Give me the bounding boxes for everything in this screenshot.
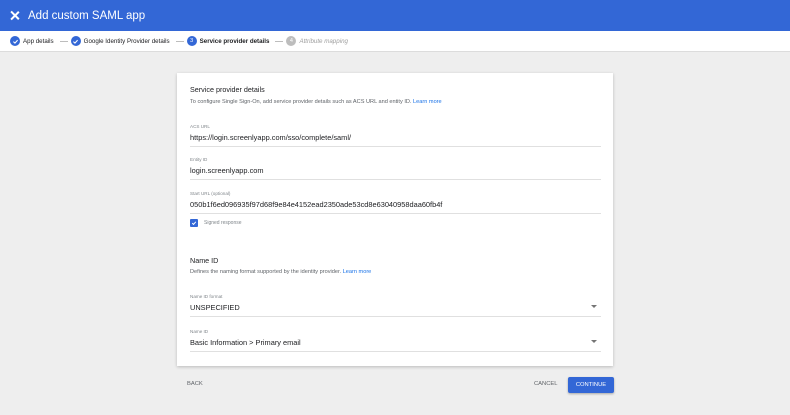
check-icon [191,221,197,226]
page-title: Add custom SAML app [28,9,146,22]
step-connector [59,40,68,42]
name-id-description: Defines the naming format supported by t… [190,269,371,275]
entity-id-input[interactable]: login.screenlyapp.com [190,166,601,180]
field-label: Name ID format [190,294,223,299]
continue-button[interactable]: CONTINUE [568,377,614,393]
field-label: Start URL (optional) [190,191,231,196]
step-number: 4 [286,36,297,46]
step-app-details[interactable]: App details [10,36,54,46]
field-label: ACS URL [190,124,210,129]
step-connector [175,40,184,42]
acs-url-input[interactable]: https://login.screenlyapp.com/sso/comple… [190,133,601,147]
check-icon [10,36,20,46]
service-provider-card: Service provider details To configure Si… [177,73,613,366]
name-id-title: Name ID [190,256,219,265]
back-button[interactable]: BACK [187,381,203,387]
signed-response-row[interactable]: Signed response [190,219,242,227]
name-id-value[interactable]: Basic Information > Primary email [190,338,601,352]
step-label: App details [23,37,54,45]
dropdown-arrow-icon[interactable] [591,340,597,343]
entity-id-field[interactable]: Entity ID login.screenlyapp.com [190,157,601,180]
learn-more-link[interactable]: Learn more [413,99,442,105]
step-label: Attribute mapping [299,37,348,45]
acs-url-field[interactable]: ACS URL https://login.screenlyapp.com/ss… [190,124,601,147]
selected-value: Basic Information > Primary email [190,338,301,347]
learn-more-link[interactable]: Learn more [343,269,372,275]
description-text: Defines the naming format supported by t… [190,269,342,275]
step-label: Service provider details [199,37,270,45]
service-provider-description: To configure Single Sign-On, add service… [190,99,442,105]
step-service-provider-details[interactable]: 3 Service provider details [186,36,270,46]
name-id-format-select[interactable]: Name ID format UNSPECIFIED [190,294,601,317]
dropdown-arrow-icon[interactable] [591,305,597,308]
step-number: 3 [186,36,197,46]
start-url-input[interactable]: 050b1f6ed096935f97d68f9e84e4152ead2350ad… [190,200,601,214]
step-attribute-mapping[interactable]: 4 Attribute mapping [286,36,348,46]
description-text: To configure Single Sign-On, add service… [190,99,412,105]
signed-response-checkbox[interactable] [190,219,198,227]
step-connector [275,40,284,42]
stepper: App details Google Identity Provider det… [0,31,790,52]
step-google-idp-details[interactable]: Google Identity Provider details [70,36,170,46]
step-label: Google Identity Provider details [83,37,170,45]
field-label: Name ID [190,329,209,334]
name-id-select[interactable]: Name ID Basic Information > Primary emai… [190,329,601,352]
name-id-format-value[interactable]: UNSPECIFIED [190,303,601,317]
start-url-field[interactable]: Start URL (optional) 050b1f6ed096935f97d… [190,191,601,214]
cancel-button[interactable]: CANCEL [534,381,558,387]
service-provider-title: Service provider details [190,85,265,94]
signed-response-label: Signed response [204,220,242,226]
field-label: Entity ID [190,157,208,162]
app-header: Add custom SAML app [0,0,790,31]
selected-value: UNSPECIFIED [190,303,240,312]
check-icon [70,36,81,46]
close-icon[interactable] [8,9,22,23]
